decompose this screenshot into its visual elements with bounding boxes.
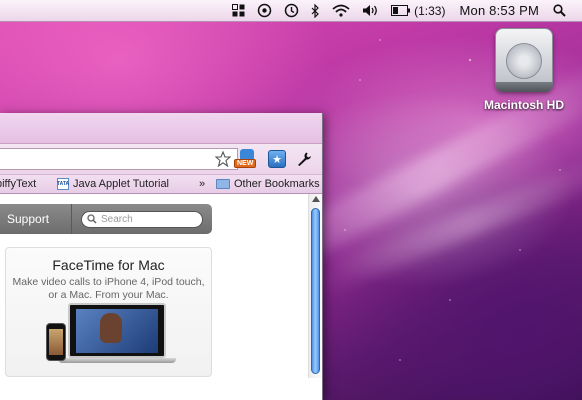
new-badge: NEW [234,159,257,168]
battery-icon [391,5,411,16]
facetime-devices-image [46,303,176,363]
promo-title: FaceTime for Mac [52,257,165,273]
facetime-promo-card[interactable]: FaceTime for Mac Make video calls to iPh… [5,247,212,377]
page-content: Support Search FaceTime for Mac Make vid… [0,194,322,378]
nav-support-link[interactable]: Support [0,204,72,234]
bookmarks-bar: piffyText TATA Java Applet Tutorial » Ot… [0,174,322,194]
volume-icon[interactable] [356,0,385,22]
wrench-icon[interactable] [294,149,314,169]
bookmark-label: Java Applet Tutorial [73,178,170,190]
browser-window: NEW ★ piffyText TATA Java Applet Tutoria… [0,113,323,400]
hard-drive-icon [495,28,553,92]
folder-icon [216,179,230,189]
hd-label: Macintosh HD [483,98,564,112]
sync-icon[interactable] [278,0,305,22]
battery-time: (1:33) [414,3,446,18]
spaces-icon[interactable] [226,0,251,22]
wifi-icon[interactable] [326,0,356,22]
promo-description: Make video calls to iPhone 4, iPod touch… [12,276,205,301]
site-search-field[interactable]: Search [81,210,203,228]
time-machine-icon[interactable] [251,0,278,22]
other-bookmarks-label: Other Bookmarks [234,178,320,190]
other-bookmarks[interactable]: Other Bookmarks [216,178,320,190]
browser-tab-strip[interactable] [0,113,322,144]
macintosh-hd-desktop-icon[interactable]: Macintosh HD [478,28,570,112]
search-placeholder: Search [101,213,133,225]
bluetooth-icon[interactable] [305,0,326,22]
extension-new-button[interactable]: NEW [234,148,260,170]
bookmarks-overflow-chevron-icon[interactable]: » [199,178,205,190]
tata-favicon-icon: TATA [57,178,69,190]
bookmark-item[interactable]: TATA Java Applet Tutorial [57,178,169,190]
scroll-thumb[interactable] [311,208,320,374]
menu-clock[interactable]: Mon 8:53 PM [451,0,547,22]
vertical-scrollbar[interactable] [308,194,322,378]
spotlight-search-icon[interactable] [547,0,572,22]
browser-toolbar: NEW ★ [0,144,322,174]
scroll-up-arrow-icon[interactable] [312,196,320,202]
bookmark-star-icon[interactable] [213,149,233,169]
extension-star-icon[interactable]: ★ [268,150,286,168]
bookmark-label: piffyText [0,178,37,190]
menu-bar: (1:33) Mon 8:53 PM [0,0,582,22]
address-bar[interactable] [0,148,238,170]
search-icon [87,214,97,224]
battery-status[interactable]: (1:33) [385,0,451,22]
bookmark-item[interactable]: piffyText [0,178,36,190]
site-navbar: Support Search [0,204,212,234]
